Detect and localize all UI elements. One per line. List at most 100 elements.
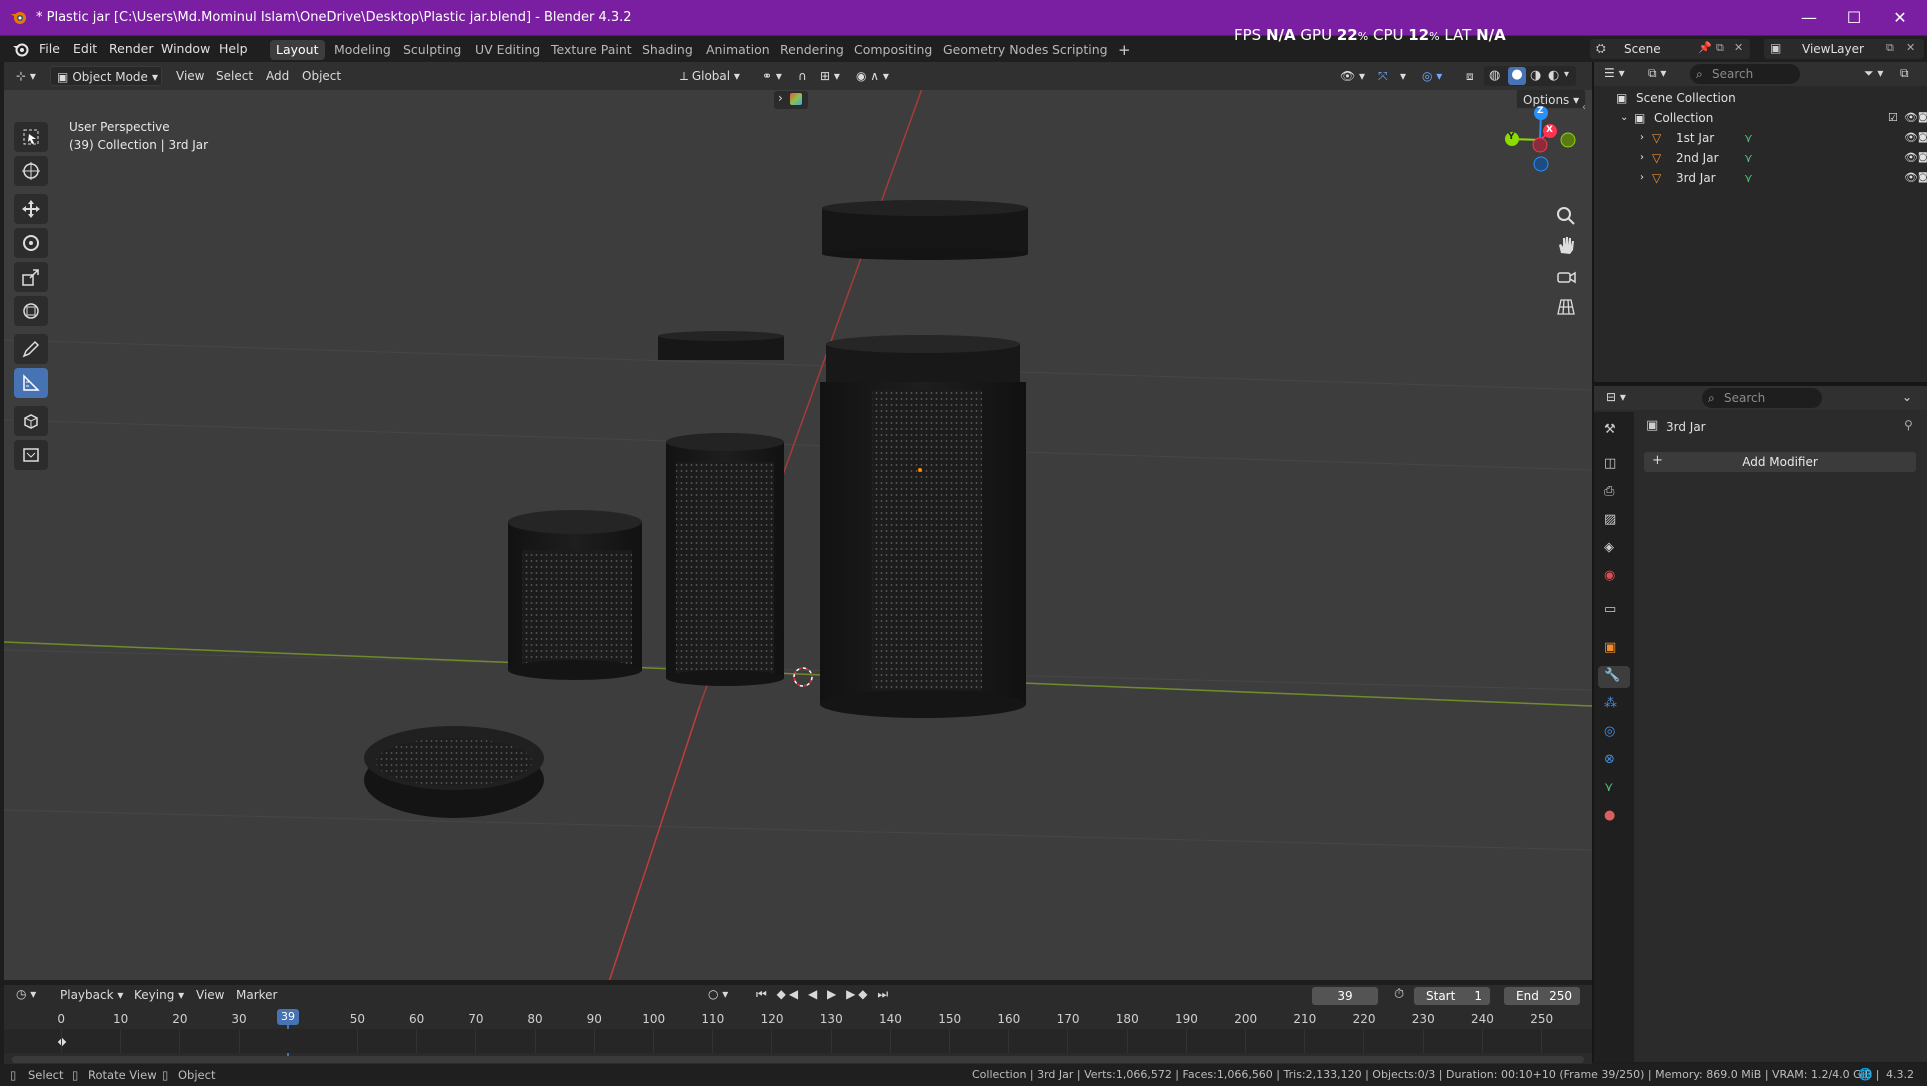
timeline-view-menu[interactable]: View <box>190 985 230 1005</box>
new-collection-icon[interactable]: ⧉ <box>1900 66 1909 81</box>
menu-object[interactable]: Object <box>296 66 347 86</box>
jump-keyframe-back-icon[interactable]: ◆◀ <box>777 987 801 1001</box>
pin-icon[interactable]: 📌 <box>1698 41 1712 54</box>
particles-tab-icon[interactable]: ⁂ <box>1604 696 1624 716</box>
end-frame-field[interactable]: End 250 <box>1504 987 1580 1005</box>
viewlayer-selector[interactable]: ▣ ViewLayer ⧉ ✕ <box>1764 39 1924 59</box>
timeline-editor-type-icon[interactable]: ◷ ▾ <box>16 987 36 1001</box>
playhead-label[interactable]: 39 <box>277 1009 299 1025</box>
cursor-tool[interactable] <box>14 156 48 186</box>
overlays-toggle[interactable]: ◎ ▾ <box>1416 66 1448 86</box>
menu-window[interactable]: Window <box>155 40 216 58</box>
tool-tab-icon[interactable]: ⚒ <box>1604 422 1624 442</box>
menu-render[interactable]: Render <box>103 40 160 58</box>
jump-start-icon[interactable]: ⏮ <box>756 987 770 1001</box>
area-divider[interactable] <box>1592 62 1594 1062</box>
pin-icon[interactable]: ⚲ <box>1904 418 1913 432</box>
eye-icon[interactable]: 👁 <box>1904 108 1918 128</box>
camera-icon[interactable]: ◙ <box>1918 148 1927 168</box>
tab-animation[interactable]: Animation <box>700 40 776 60</box>
xray-toggle[interactable]: ⧈ <box>1460 66 1480 86</box>
gizmo-dropdown[interactable]: ▾ <box>1394 66 1412 86</box>
outliner-editor-type-icon[interactable]: ☰ ▾ <box>1604 66 1625 80</box>
current-frame-field[interactable]: 39 <box>1312 987 1378 1005</box>
add-cube-tool[interactable] <box>14 406 48 436</box>
close-button[interactable]: ✕ <box>1878 6 1922 30</box>
tab-layout[interactable]: Layout <box>270 40 325 60</box>
maximize-button[interactable]: ☐ <box>1832 6 1876 30</box>
camera-icon[interactable]: ◙ <box>1918 128 1927 148</box>
ortho-grid-icon[interactable] <box>1553 294 1579 320</box>
constraints-tab-icon[interactable]: ⊗ <box>1604 752 1624 772</box>
pan-hand-icon[interactable] <box>1553 233 1579 259</box>
3d-viewport[interactable]: User Perspective (39) Collection | 3rd J… <box>4 90 1592 980</box>
new-scene-icon[interactable]: ⧉ <box>1716 41 1724 55</box>
delete-scene-icon[interactable]: ✕ <box>1734 41 1743 54</box>
camera-view-icon[interactable] <box>1553 264 1579 290</box>
wrench-icon[interactable]: 🔧 <box>1604 668 1624 688</box>
jar-2-body[interactable] <box>666 433 784 686</box>
eye-icon[interactable]: 👁 <box>1904 168 1918 188</box>
jar-1-body[interactable] <box>508 510 642 680</box>
rendered-shading-icon[interactable]: ◐ <box>1548 68 1559 83</box>
properties-search-input[interactable]: ⌕ Search <box>1702 388 1822 408</box>
gizmo-toggle[interactable]: ⤧ <box>1372 66 1394 86</box>
snap-target-button[interactable]: ⊞ ▾ <box>814 66 846 86</box>
start-frame-field[interactable]: Start 1 <box>1414 987 1490 1005</box>
material-preview-icon[interactable]: ◑ <box>1530 68 1541 83</box>
tab-scripting[interactable]: Scripting <box>1046 40 1114 60</box>
outliner-row-2nd-jar[interactable]: › ▽ 2nd Jar ⋎ 👁 ◙ <box>1594 148 1927 168</box>
properties-editor-type-icon[interactable]: ⊟ ▾ <box>1606 390 1626 404</box>
jump-end-icon[interactable]: ⏭ <box>877 987 891 1001</box>
tab-texture-paint[interactable]: Texture Paint <box>545 40 638 60</box>
menu-file[interactable]: File <box>33 40 66 58</box>
exclude-checkbox[interactable]: ☑ <box>1888 108 1898 128</box>
tab-shading[interactable]: Shading <box>636 40 699 60</box>
world-tab-icon[interactable]: ◉ <box>1604 568 1624 588</box>
outliner-row-scene-collection[interactable]: ▣ Scene Collection <box>1594 88 1927 108</box>
eye-icon[interactable]: 👁 <box>1904 128 1918 148</box>
output-tab-icon[interactable]: ⎙ <box>1604 484 1624 504</box>
outliner-row-3rd-jar[interactable]: › ▽ 3rd Jar ⋎ 👁 ◙ <box>1594 168 1927 188</box>
wireframe-shading-icon[interactable]: ◍ <box>1489 68 1500 83</box>
zoom-icon[interactable] <box>1553 203 1579 229</box>
add-modifier-button[interactable]: + Add Modifier <box>1644 452 1916 472</box>
chevron-down-icon[interactable]: ⌄ <box>1902 390 1912 404</box>
camera-icon[interactable]: ◙ <box>1918 108 1927 128</box>
transform-tool[interactable] <box>14 296 48 326</box>
material-tab-icon[interactable]: ● <box>1604 808 1624 828</box>
jump-keyframe-forward-icon[interactable]: ▶◆ <box>846 987 870 1001</box>
jar-1-lid[interactable] <box>364 726 544 818</box>
display-mode-icon[interactable]: ⧉ ▾ <box>1648 66 1666 81</box>
menu-help[interactable]: Help <box>213 40 254 58</box>
scene-tab-icon[interactable]: ◈ <box>1604 540 1624 560</box>
navigation-gizmo[interactable]: Z Y X <box>1498 98 1578 178</box>
menu-add[interactable]: Add <box>260 66 295 86</box>
snap-toggle[interactable]: ∩ <box>792 66 813 86</box>
play-icon[interactable]: ▶ <box>827 987 839 1001</box>
chevron-down-icon[interactable]: ⌄ <box>1620 108 1628 128</box>
tab-geometry-nodes[interactable]: Geometry Nodes <box>937 40 1054 60</box>
object-tab-icon[interactable]: ▣ <box>1604 640 1624 660</box>
outliner-row-collection[interactable]: ⌄ ▣ Collection ☑ 👁 ◙ <box>1594 108 1927 128</box>
add-workspace-button[interactable]: + <box>1112 40 1137 60</box>
collection-tab-icon[interactable]: ▭ <box>1604 602 1624 622</box>
chevron-right-icon[interactable]: › <box>1640 148 1644 168</box>
outliner-search-input[interactable]: ⌕ Search <box>1690 64 1800 84</box>
select-box-tool[interactable] <box>14 122 48 152</box>
area-divider[interactable] <box>1594 382 1927 386</box>
move-tool[interactable] <box>14 194 48 224</box>
sidebar-toggle-icon[interactable]: ‹ <box>1582 102 1586 113</box>
delete-viewlayer-icon[interactable]: ✕ <box>1906 41 1915 54</box>
filter-icon[interactable]: ⏷ ▾ <box>1864 66 1883 81</box>
minimize-button[interactable]: — <box>1787 6 1831 30</box>
render-tab-icon[interactable]: ◫ <box>1604 456 1624 476</box>
keying-menu[interactable]: Keying ▾ <box>128 985 190 1005</box>
jar-3-body[interactable] <box>820 335 1026 718</box>
auto-keying-icon[interactable]: ○ ▾ <box>708 987 728 1001</box>
tab-compositing[interactable]: Compositing <box>848 40 938 60</box>
preview-range-icon[interactable]: ⏱ <box>1394 987 1404 1002</box>
physics-tab-icon[interactable]: ◎ <box>1604 724 1624 744</box>
transform-orientation-selector[interactable]: ⟂ Global ▾ <box>674 66 746 86</box>
scale-tool[interactable] <box>14 262 48 292</box>
